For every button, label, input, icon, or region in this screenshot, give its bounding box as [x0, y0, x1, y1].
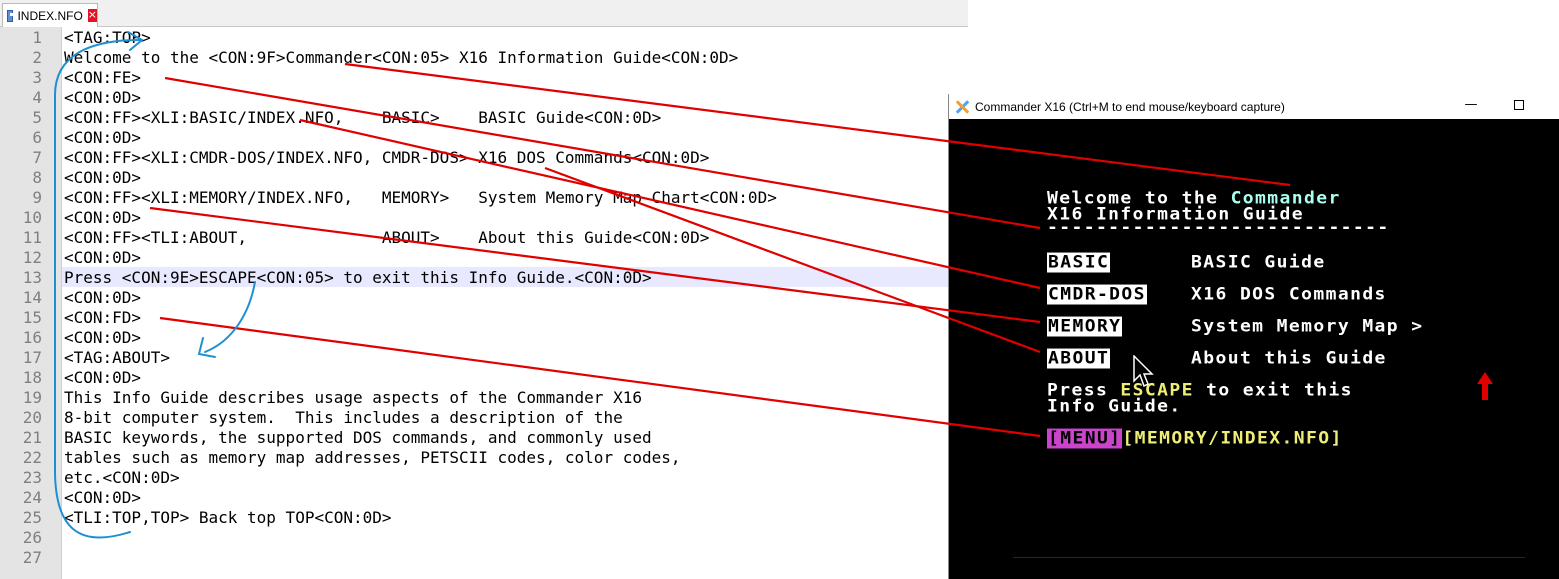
minimize-button[interactable]: —	[1461, 98, 1481, 114]
code-line[interactable]: <CON:0D>	[64, 328, 141, 348]
line-number: 6	[32, 128, 42, 147]
code-line[interactable]: <CON:0D>	[64, 488, 141, 508]
menu-label: X16 DOS Commands	[1191, 284, 1387, 305]
emulator-window: Commander X16 (Ctrl+M to end mouse/keybo…	[948, 94, 1559, 579]
code-line[interactable]: <CON:0D>	[64, 128, 141, 148]
status-path: [MEMORY/INDEX.NFO]	[1122, 428, 1343, 449]
maximize-button[interactable]	[1514, 100, 1524, 110]
line-number: 18	[22, 368, 42, 387]
emulator-titlebar[interactable]: Commander X16 (Ctrl+M to end mouse/keybo…	[949, 94, 1559, 119]
code-line[interactable]: This Info Guide describes usage aspects …	[64, 388, 642, 408]
line-number: 23	[22, 468, 42, 487]
code-line[interactable]: 8-bit computer system. This includes a d…	[64, 408, 623, 428]
code-line[interactable]: <CON:0D>	[64, 368, 141, 388]
line-number: 7	[32, 148, 42, 167]
tab-index-nfo[interactable]: INDEX.NFO ×	[2, 3, 98, 27]
code-line[interactable]: <CON:FF><TLI:ABOUT, ABOUT> About this Gu…	[64, 228, 709, 248]
code-line[interactable]: <TAG:TOP>	[64, 28, 151, 48]
code-line[interactable]: <CON:0D>	[64, 208, 141, 228]
code-line[interactable]: Press <CON:9E>ESCAPE<CON:05> to exit thi…	[64, 268, 652, 288]
line-number: 14	[22, 288, 42, 307]
line-number: 25	[22, 508, 42, 527]
code-line[interactable]: <CON:FF><XLI:BASIC/INDEX.NFO, BASIC> BAS…	[64, 108, 661, 128]
text-editor: INDEX.NFO × 1 2 3 4 5 6 7 8 9 10 11 12 13 14 15 16 17 18 1…	[0, 0, 968, 579]
press-line-2: Info Guide.	[1047, 396, 1182, 417]
line-number: 1	[32, 28, 42, 47]
line-number: 26	[22, 528, 42, 547]
line-number: 21	[22, 428, 42, 447]
emulator-screen[interactable]: Welcome to the Commander X16 Information…	[949, 119, 1559, 579]
menu-tag: CMDR-DOS	[1047, 284, 1147, 305]
code-line[interactable]: Welcome to the <CON:9F>Commander<CON:05>…	[64, 48, 738, 68]
line-number: 10	[22, 208, 42, 227]
separator-line: ----------------------------	[1047, 217, 1390, 238]
code-line[interactable]: <CON:FE>	[64, 68, 141, 88]
press-suffix: to exit this	[1193, 380, 1353, 401]
status-line: [MENU][MEMORY/INDEX.NFO]	[1047, 428, 1343, 449]
line-number: 22	[22, 448, 42, 467]
x16-logo-icon	[955, 100, 969, 114]
code-line[interactable]: <CON:0D>	[64, 248, 141, 268]
menu-label: System Memory Map >	[1191, 316, 1424, 337]
code-line[interactable]: tables such as memory map addresses, PET…	[64, 448, 681, 468]
code-line[interactable]: <CON:0D>	[64, 168, 141, 188]
status-tag: [MENU]	[1047, 428, 1123, 449]
mouse-cursor-icon	[1133, 355, 1154, 388]
line-number: 13	[22, 268, 42, 287]
line-number: 11	[22, 228, 42, 247]
line-number: 27	[22, 548, 42, 567]
screen-border-line	[1013, 557, 1525, 558]
menu-item-memory[interactable]: MEMORY	[1047, 316, 1123, 337]
line-number: 8	[32, 168, 42, 187]
tab-bar: INDEX.NFO ×	[0, 0, 968, 27]
code-line[interactable]: <CON:FF><XLI:CMDR-DOS/INDEX.NFO, CMDR-DO…	[64, 148, 709, 168]
code-line[interactable]: etc.<CON:0D>	[64, 468, 180, 488]
code-line[interactable]: <CON:0D>	[64, 288, 141, 308]
code-line[interactable]: BASIC keywords, the supported DOS comman…	[64, 428, 652, 448]
menu-tag: ABOUT	[1047, 348, 1111, 369]
menu-item-about[interactable]: ABOUT	[1047, 348, 1111, 369]
emulator-title: Commander X16 (Ctrl+M to end mouse/keybo…	[975, 99, 1285, 114]
code-line[interactable]: <CON:FF><XLI:MEMORY/INDEX.NFO, MEMORY> S…	[64, 188, 777, 208]
menu-label: BASIC Guide	[1191, 252, 1326, 273]
line-number: 17	[22, 348, 42, 367]
code-area[interactable]: <TAG:TOP> Welcome to the <CON:9F>Commande…	[62, 27, 968, 579]
menu-tag: BASIC	[1047, 252, 1111, 273]
line-number: 3	[32, 68, 42, 87]
code-line[interactable]: <CON:0D>	[64, 88, 141, 108]
line-number: 19	[22, 388, 42, 407]
menu-item-basic[interactable]: BASIC	[1047, 252, 1111, 273]
menu-tag: MEMORY	[1047, 316, 1123, 337]
line-number: 20	[22, 408, 42, 427]
up-arrow-icon[interactable]	[1476, 371, 1494, 401]
line-number: 16	[22, 328, 42, 347]
line-number: 12	[22, 248, 42, 267]
code-line[interactable]: <CON:FD>	[64, 308, 141, 328]
code-line[interactable]: <TAG:ABOUT>	[64, 348, 170, 368]
line-number: 5	[32, 108, 42, 127]
code-line[interactable]: <TLI:TOP,TOP> Back top TOP<CON:0D>	[64, 508, 392, 528]
line-number: 2	[32, 48, 42, 67]
line-number: 9	[32, 188, 42, 207]
close-icon[interactable]: ×	[87, 9, 97, 22]
menu-label: About this Guide	[1191, 348, 1387, 369]
line-number: 24	[22, 488, 42, 507]
line-number-gutter: 1 2 3 4 5 6 7 8 9 10 11 12 13 14 15 16 17 18 19 20 21 22 23 24 2…	[0, 27, 62, 579]
line-number: 15	[22, 308, 42, 327]
tab-label: INDEX.NFO	[17, 8, 83, 23]
line-number: 4	[32, 88, 42, 107]
menu-item-cmdr-dos[interactable]: CMDR-DOS	[1047, 284, 1147, 305]
save-file-icon	[7, 9, 16, 22]
